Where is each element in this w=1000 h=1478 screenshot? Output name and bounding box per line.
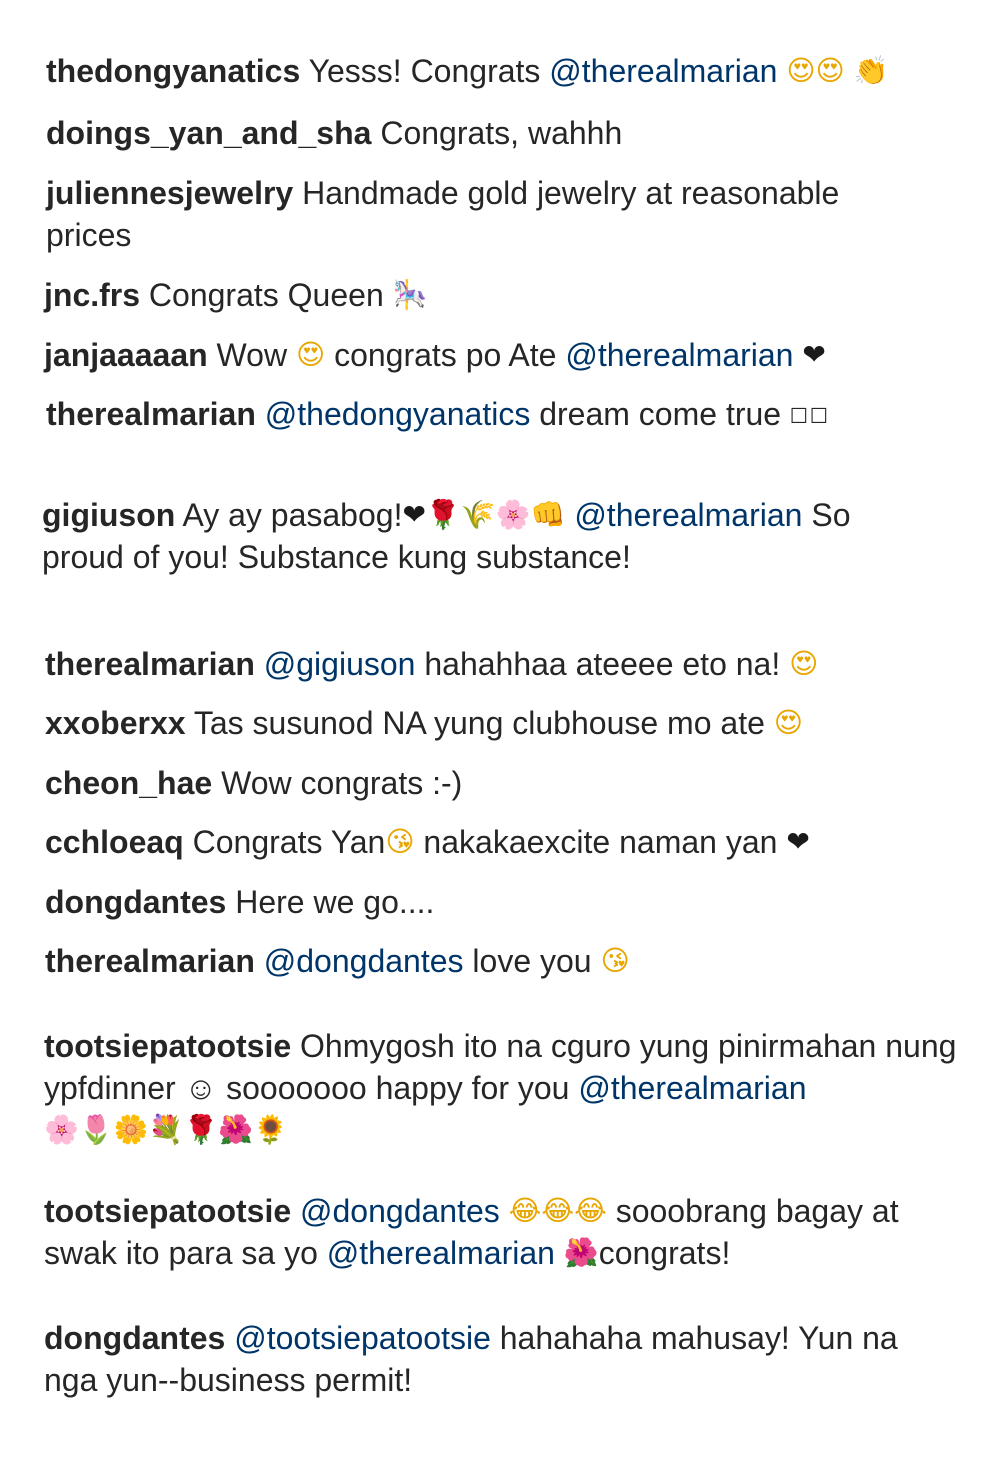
comment: jnc.frs Congrats Queen 🎠 bbox=[44, 274, 964, 316]
heart-eyes-icon: 😍 bbox=[789, 647, 819, 680]
comment: juliennesjewelry Handmade gold jewelry a… bbox=[46, 172, 916, 256]
comment-text: Wow bbox=[216, 337, 296, 373]
hibiscus-icon: 🌺 bbox=[563, 1236, 599, 1269]
rice-plant-icon: 🌾 bbox=[460, 498, 496, 531]
comment-text: nakakaexcite naman yan bbox=[414, 824, 787, 860]
heart-icon: ❤ bbox=[786, 825, 810, 858]
comment-username-link[interactable]: juliennesjewelry bbox=[46, 175, 293, 211]
comment-text: congrats! bbox=[598, 1235, 731, 1271]
mention-link[interactable]: @therealmarian bbox=[565, 337, 793, 373]
comment-username-link[interactable]: dongdantes bbox=[45, 884, 226, 920]
comment: janjaaaaan Wow 😍 congrats po Ate @therea… bbox=[44, 334, 964, 376]
comment-text bbox=[565, 497, 574, 533]
comment-text: dream come true bbox=[530, 396, 790, 432]
comment-username-link[interactable]: janjaaaaan bbox=[44, 337, 208, 373]
comment-text bbox=[845, 53, 854, 89]
mention-link[interactable]: @therealmarian bbox=[327, 1235, 555, 1271]
mention-link[interactable]: @dongdantes bbox=[300, 1193, 500, 1229]
comment: tootsiepatootsie @dongdantes 😂😂😂 sooobra… bbox=[44, 1190, 959, 1274]
comment: therealmarian @gigiuson hahahhaa ateeee … bbox=[45, 643, 965, 685]
comment: doings_yan_and_sha Congrats, wahhh bbox=[46, 112, 966, 154]
comment-username-link[interactable]: tootsiepatootsie bbox=[44, 1193, 291, 1229]
heart-eyes-icon: 😍😍 bbox=[786, 54, 845, 87]
comment-username-link[interactable]: tootsiepatootsie bbox=[44, 1028, 291, 1064]
missing-glyph-icon: ☐☐ bbox=[789, 396, 831, 431]
clapping-hands-icon: 👏 bbox=[853, 54, 889, 87]
comment-username-link[interactable]: jnc.frs bbox=[44, 277, 140, 313]
flowers-icon: 🌸🌷🌼💐🌹🌺🌻 bbox=[44, 1113, 289, 1146]
comment-text: Congrats Yan bbox=[192, 824, 386, 860]
comment-username-link[interactable]: xxoberxx bbox=[45, 705, 186, 741]
cherry-blossom-icon: 🌸 bbox=[495, 498, 531, 531]
mention-link[interactable]: @thedongyanatics bbox=[265, 396, 531, 432]
carousel-icon: 🎠 bbox=[392, 278, 428, 311]
comment-text bbox=[793, 337, 802, 373]
comment: cheon_hae Wow congrats :-) bbox=[45, 762, 965, 804]
comment: xxoberxx Tas susunod NA yung clubhouse m… bbox=[45, 702, 965, 744]
comment-username-link[interactable]: cchloeaq bbox=[45, 824, 184, 860]
heart-icon: ❤ bbox=[402, 498, 426, 531]
tears-of-joy-icon: 😂😂😂 bbox=[508, 1194, 607, 1227]
mention-link[interactable]: @therealmarian bbox=[549, 53, 777, 89]
heart-icon: ❤ bbox=[802, 338, 826, 371]
comment-username-link[interactable]: cheon_hae bbox=[45, 765, 212, 801]
comment: dongdantes @tootsiepatootsie hahahaha ma… bbox=[44, 1317, 959, 1401]
mention-link[interactable]: @gigiuson bbox=[264, 646, 416, 682]
comment-username-link[interactable]: therealmarian bbox=[45, 646, 255, 682]
comment: dongdantes Here we go.... bbox=[45, 881, 965, 923]
comment-text: Congrats Queen bbox=[148, 277, 393, 313]
fist-bump-icon: 👊 bbox=[530, 498, 566, 531]
comment-username-link[interactable]: doings_yan_and_sha bbox=[46, 115, 371, 151]
comment: cchloeaq Congrats Yan😘 nakakaexcite nama… bbox=[45, 821, 965, 863]
blowing-kiss-icon: 😘 bbox=[385, 825, 415, 858]
blowing-kiss-icon: 😘 bbox=[600, 944, 630, 977]
comment-text: congrats po Ate bbox=[325, 337, 566, 373]
comment-text: Tas susunod NA yung clubhouse mo ate bbox=[193, 705, 774, 741]
comment: therealmarian @thedongyanatics dream com… bbox=[46, 393, 966, 435]
comment-username-link[interactable]: dongdantes bbox=[44, 1320, 225, 1356]
comment-text: Ay ay pasabog! bbox=[182, 497, 403, 533]
comment-text: Congrats, wahhh bbox=[380, 115, 623, 151]
comment: thedongyanatics Yesss! Congrats @thereal… bbox=[46, 50, 966, 92]
mention-link[interactable]: @tootsiepatootsie bbox=[234, 1320, 491, 1356]
comment-text: hahahhaa ateeee eto na! bbox=[415, 646, 790, 682]
comment-text bbox=[777, 53, 786, 89]
comment: tootsiepatootsie Ohmygosh ito na cguro y… bbox=[44, 1025, 959, 1151]
comment-text bbox=[500, 1193, 509, 1229]
comment: gigiuson Ay ay pasabog!❤🌹🌾🌸👊 @therealmar… bbox=[42, 494, 922, 578]
rose-icon: 🌹 bbox=[425, 498, 461, 531]
mention-link[interactable]: @therealmarian bbox=[574, 497, 802, 533]
heart-eyes-icon: 😍 bbox=[295, 338, 326, 371]
comment-username-link[interactable]: gigiuson bbox=[42, 497, 175, 533]
comment-username-link[interactable]: therealmarian bbox=[45, 943, 255, 979]
comment-text bbox=[555, 1235, 564, 1271]
mention-link[interactable]: @dongdantes bbox=[264, 943, 464, 979]
comment-username-link[interactable]: therealmarian bbox=[46, 396, 256, 432]
heart-eyes-icon: 😍 bbox=[773, 706, 803, 739]
comment-username-link[interactable]: thedongyanatics bbox=[46, 53, 300, 89]
comment: therealmarian @dongdantes love you 😘 bbox=[45, 940, 965, 982]
comment-text: Wow congrats :-) bbox=[221, 765, 463, 801]
comment-text: Here we go.... bbox=[235, 884, 435, 920]
comment-text: Yesss! Congrats bbox=[308, 53, 550, 89]
mention-link[interactable]: @therealmarian bbox=[578, 1070, 806, 1106]
comment-text: love you bbox=[463, 943, 601, 979]
